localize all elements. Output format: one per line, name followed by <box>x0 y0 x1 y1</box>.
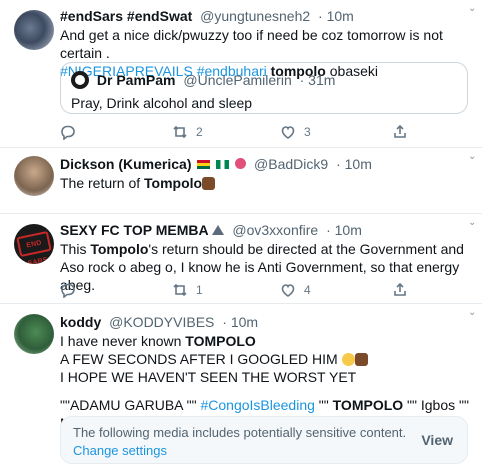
avatar[interactable]: END SARS <box>14 224 54 264</box>
author-handle[interactable]: @KODDYVIBES <box>109 314 214 330</box>
tweet-header: SEXY FC TOP MEMBA @ov3xxonfire · 10m <box>60 220 472 240</box>
tweet[interactable]: Dickson (Kumerica) @BadDick9 · 10m The r… <box>0 148 482 214</box>
chevron-down-icon[interactable]: ⌄ <box>468 4 478 14</box>
reply-icon <box>61 283 75 298</box>
like-icon <box>281 126 295 139</box>
tweet-actions: 2 3 <box>60 122 420 142</box>
quoted-author-handle: @UnclePamilerin <box>183 72 292 88</box>
retweet-icon <box>173 283 187 297</box>
timeline-feed: #endSars #endSwat @yungtunesneh2 · 10m A… <box>0 0 482 465</box>
quoted-tweet[interactable]: Dr PamPam @UnclePamilerin · 31m Pray, Dr… <box>60 62 468 114</box>
tweet-header: Dickson (Kumerica) @BadDick9 · 10m <box>60 154 472 174</box>
tweet-text-line: A FEW SECONDS AFTER I GOOGLED HIM <box>60 351 338 367</box>
fist-emoji-icon <box>202 177 216 190</box>
reply-button[interactable] <box>60 122 76 142</box>
highlight-term: Tompolo <box>144 175 203 191</box>
tweet-text-prefix: The return of <box>60 175 141 191</box>
retweet-button[interactable]: 2 <box>172 122 203 142</box>
reply-icon <box>61 125 75 140</box>
tweet-header: #endSars #endSwat @yungtunesneh2 · 10m <box>60 6 472 26</box>
fist-emoji-icon <box>354 353 368 366</box>
tweet[interactable]: #endSars #endSwat @yungtunesneh2 · 10m A… <box>0 0 482 148</box>
view-media-button[interactable]: View <box>421 432 453 448</box>
retweet-count: 2 <box>196 125 203 139</box>
tweet-text-prefix: I have never known <box>60 333 182 349</box>
tweet-actions: 1 4 <box>60 280 420 300</box>
avatar[interactable] <box>14 314 54 354</box>
like-button[interactable]: 3 <box>280 122 311 142</box>
tweet-text: The return of Tompolo <box>60 174 472 192</box>
retweet-count: 1 <box>196 283 203 297</box>
highlight-term: TOMPOLO <box>332 397 404 413</box>
author-handle[interactable]: @yungtunesneh2 <box>200 8 310 24</box>
tweet-time[interactable]: · 10m <box>336 156 372 172</box>
author-name[interactable]: SEXY FC TOP MEMBA <box>60 222 209 238</box>
quoted-tweet-time: · 31m <box>299 72 336 88</box>
face-icon <box>235 158 247 169</box>
tweet-text-part: ""ADAMU GARUBA "" <box>60 397 197 413</box>
like-count: 3 <box>304 125 311 139</box>
like-button[interactable]: 4 <box>280 280 311 300</box>
reply-button[interactable] <box>60 280 76 300</box>
quoted-author-name: Dr PamPam <box>96 72 176 88</box>
author-name[interactable]: koddy <box>60 314 101 330</box>
retweet-icon <box>173 125 187 139</box>
tweet-time[interactable]: · 10m <box>326 222 362 238</box>
change-settings-link[interactable]: Change settings <box>73 443 167 458</box>
chevron-down-icon[interactable]: ⌄ <box>468 218 478 228</box>
avatar[interactable] <box>14 156 54 196</box>
share-button[interactable] <box>392 280 408 300</box>
highlight-term: Tompolo <box>90 241 149 257</box>
author-handle[interactable]: @ov3xxonfire <box>232 222 318 238</box>
share-icon <box>394 282 406 296</box>
retweet-button[interactable]: 1 <box>172 280 203 300</box>
share-icon <box>394 124 406 138</box>
like-icon <box>281 284 295 297</box>
hashtag-link[interactable]: #CongoIsBleeding <box>200 397 314 413</box>
avatar[interactable] <box>14 10 54 50</box>
tweet[interactable]: koddy @KODDYVIBES · 10m I have never kno… <box>0 304 482 465</box>
flag-ghana-icon <box>197 160 211 169</box>
tweet-time[interactable]: · 10m <box>222 314 258 330</box>
tweet-text-line: And get a nice dick/pwuzzy too if need b… <box>60 27 443 61</box>
avatar-end-sars-stamp: END SARS <box>16 230 52 264</box>
tweet-header: koddy @KODDYVIBES · 10m <box>60 312 472 332</box>
sensitive-media-message: The following media includes potentially… <box>73 425 407 440</box>
tweet-text-part: "" <box>318 397 329 413</box>
author-handle[interactable]: @BadDick9 <box>254 156 328 172</box>
tweet-time[interactable]: · 10m <box>318 8 354 24</box>
quoted-tweet-text: Pray, Drink alcohol and sleep <box>71 95 253 111</box>
quoted-tweet-header: Dr PamPam @UnclePamilerin · 31m <box>71 71 335 89</box>
sensitive-media-warning: The following media includes potentially… <box>60 416 468 464</box>
tweet-text-line: I HOPE WE HAVEN'T SEEN THE WORST YET <box>60 369 357 385</box>
flag-nigeria-icon <box>216 160 230 169</box>
share-button[interactable] <box>392 122 408 142</box>
crying-emoji-icon <box>341 353 355 366</box>
tweet[interactable]: END SARS SEXY FC TOP MEMBA @ov3xxonfire … <box>0 214 482 304</box>
avatar <box>71 71 89 89</box>
tweet-text-prefix: This <box>60 241 87 257</box>
chevron-down-icon[interactable]: ⌄ <box>468 308 478 318</box>
chevron-down-icon[interactable]: ⌄ <box>468 152 478 162</box>
like-count: 4 <box>304 283 311 297</box>
author-name[interactable]: #endSars #endSwat <box>60 8 192 24</box>
highlight-term: TOMPOLO <box>185 333 256 349</box>
author-name[interactable]: Dickson (Kumerica) <box>60 156 191 172</box>
mountain-emoji-icon <box>212 225 225 235</box>
